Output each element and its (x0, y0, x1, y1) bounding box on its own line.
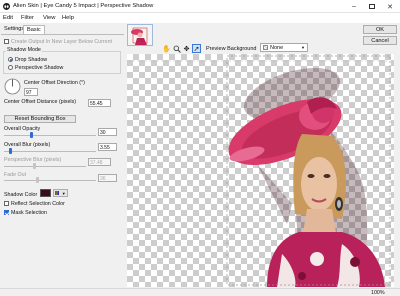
create-output-label: Create Output In New Layer Below Current (11, 39, 112, 45)
minimize-icon: – (352, 3, 356, 10)
shadow-color-swatch[interactable] (40, 189, 51, 197)
overall-opacity-input[interactable]: 30 (98, 128, 117, 136)
face-shape (301, 157, 337, 211)
perspective-blur-input[interactable]: 37.48 (88, 158, 111, 166)
menu-help[interactable]: Help (62, 15, 74, 21)
fade-out-slider[interactable] (4, 180, 96, 181)
zoom-level: 100% (371, 290, 385, 296)
direction-dial[interactable] (4, 78, 21, 95)
center-offset-direction-label: Center Offset Direction (°) (24, 80, 85, 86)
menu-filter[interactable]: Filter (21, 15, 34, 21)
preview-background-select[interactable]: None ▼ (260, 43, 308, 52)
maximize-button[interactable] (363, 1, 381, 12)
move-icon: ✥ (183, 45, 190, 53)
shadow-mode-label: Shadow Mode (6, 47, 42, 53)
center-offset-direction-input[interactable]: 97 (24, 88, 38, 96)
hand-icon: ✋ (162, 45, 171, 53)
overall-blur-thumb[interactable] (8, 148, 12, 154)
select-tool-button[interactable]: ➚ (192, 44, 201, 53)
drop-shadow-label: Drop Shadow (15, 57, 48, 63)
preview-canvas[interactable] (127, 54, 394, 287)
status-bar: 100% (0, 288, 400, 296)
perspective-blur-thumb[interactable] (32, 163, 36, 169)
thumbnail-image (128, 25, 152, 45)
hand-tool-button[interactable]: ✋ (162, 44, 171, 53)
menu-bar: Edit Filter View Help (0, 13, 400, 23)
dropdown-arrow-icon: ▼ (301, 45, 305, 50)
perspective-blur-label: Perspective Blur (pixels) (4, 157, 62, 163)
overall-opacity-slider[interactable] (4, 135, 96, 136)
reset-bounding-box-button[interactable]: Reset Bounding Box (4, 115, 76, 123)
menu-edit[interactable]: Edit (3, 15, 13, 21)
preview-background-label: Preview Background (206, 46, 257, 52)
background-swatch-icon (263, 45, 268, 50)
perspective-shadow-radio[interactable] (8, 65, 13, 70)
perspective-shadow-label: Perspective Shadow (15, 65, 64, 71)
reflect-selection-color-label: Reflect Selection Color (11, 201, 65, 207)
close-window-button[interactable]: ✕ (381, 1, 399, 12)
close-icon: ✕ (387, 3, 393, 11)
preview-image (129, 55, 391, 287)
overall-opacity-thumb[interactable] (30, 132, 34, 138)
create-output-checkbox[interactable] (4, 39, 9, 44)
drop-shadow-radio[interactable] (8, 57, 13, 62)
center-offset-distance-input[interactable]: 55.45 (88, 99, 111, 107)
fade-out-label: Fade Out (4, 172, 27, 178)
ok-button[interactable]: OK (363, 25, 397, 34)
center-offset-distance-label: Center Offset Distance (pixels) (4, 99, 77, 105)
fade-out-thumb[interactable] (35, 177, 39, 183)
preview-background-value: None (270, 44, 284, 51)
color-picker-button[interactable]: ▼ (53, 189, 68, 197)
shadow-color-label: Shadow Color (4, 192, 38, 198)
mask-selection-checkbox[interactable] (4, 210, 9, 215)
settings-panel: Create Output In New Layer Below Current… (0, 35, 125, 288)
preview-thumbnail[interactable] (127, 24, 153, 46)
window-title: Alien Skin | Eye Candy 5 Impact | Perspe… (13, 3, 154, 9)
title-bar: Alien Skin | Eye Candy 5 Impact | Perspe… (0, 0, 400, 13)
overall-blur-slider[interactable] (4, 151, 96, 152)
perspective-blur-slider[interactable] (4, 166, 86, 167)
menu-view[interactable]: View (43, 15, 55, 21)
maximize-icon (369, 4, 375, 9)
overall-opacity-label: Overall Opacity (4, 126, 41, 132)
alien-skin-logo-icon (3, 3, 10, 10)
zoom-icon (173, 45, 181, 53)
tab-basic[interactable]: Basic (23, 25, 45, 34)
move-tool-button[interactable]: ✥ (182, 44, 191, 53)
overall-blur-input[interactable]: 3.55 (98, 143, 117, 151)
reflect-selection-color-checkbox[interactable] (4, 201, 9, 206)
minimize-button[interactable]: – (345, 1, 363, 12)
cancel-button[interactable]: Cancel (363, 36, 397, 45)
fade-out-input[interactable]: 36 (98, 174, 117, 182)
color-grid-icon (55, 191, 60, 195)
mask-selection-label: Mask Selection (11, 210, 47, 216)
dropdown-arrow-icon: ▼ (61, 190, 66, 196)
pointer-icon: ➚ (193, 45, 200, 53)
zoom-tool-button[interactable] (172, 44, 181, 53)
